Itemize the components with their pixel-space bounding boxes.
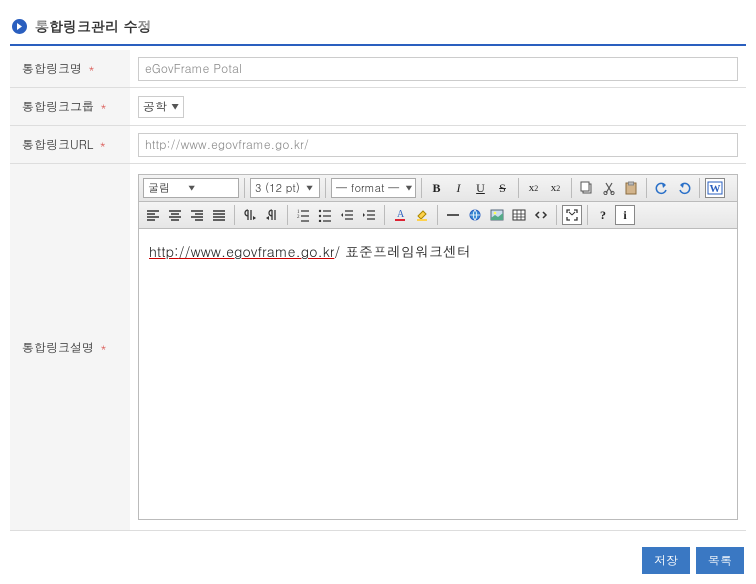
separator [325,178,326,198]
align-left-button[interactable] [143,205,163,225]
redo-button[interactable] [674,178,694,198]
form-table: 통합링크명 * 통합링크그룹 * 공학 ▼ 통합링크URL * 통합링크설명 [10,50,746,531]
align-right-button[interactable] [187,205,207,225]
table-button[interactable] [509,205,529,225]
label-group: 통합링크그룹 * [10,88,130,126]
underline-button[interactable]: U [471,178,491,198]
separator [587,205,588,225]
align-center-button[interactable] [165,205,185,225]
editor-text-link: //www.egovframe.go.kr [179,241,335,261]
copy-button[interactable] [577,178,597,198]
chevron-right-icon [12,19,27,34]
separator [437,205,438,225]
label-desc-text: 통합링크설명 [22,339,94,356]
indent-button[interactable] [359,205,379,225]
subscript-button[interactable]: x2 [524,178,544,198]
required-mark: * [99,136,106,153]
url-input[interactable] [138,133,738,157]
source-button[interactable] [531,205,551,225]
link-button[interactable] [465,205,485,225]
title-bar: 통합링크관리 수정 [10,10,746,46]
editor-text-pre: http: [149,241,179,261]
font-size-select[interactable]: 3 (12 pt) ▼ [250,178,320,198]
group-select[interactable]: 공학 ▼ [138,96,184,118]
svg-text:W: W [709,183,720,195]
undo-button[interactable] [652,178,672,198]
strike-button[interactable]: S [493,178,513,198]
separator [556,205,557,225]
superscript-button[interactable]: x2 [546,178,566,198]
label-group-text: 통합링크그룹 [22,98,94,115]
font-color-button[interactable]: A [390,205,410,225]
font-family-select[interactable]: 굴림 ▼ [143,178,239,198]
editor-content[interactable]: http://www.egovframe.go.kr/ 표준프레임워크센터 [139,229,737,519]
paste-word-button[interactable]: W [705,178,725,198]
label-url: 통합링크URL * [10,126,130,164]
separator [287,205,288,225]
align-justify-button[interactable] [209,205,229,225]
separator [234,205,235,225]
italic-button[interactable]: I [449,178,469,198]
sup-n: 2 [556,184,560,193]
chevron-down-icon: ▼ [188,183,195,194]
separator [244,178,245,198]
required-mark: * [100,98,107,115]
required-mark: * [88,60,95,77]
chevron-down-icon: ▼ [405,183,412,194]
font-family-value: 굴림 [148,181,170,196]
image-button[interactable] [487,205,507,225]
format-value: — format — [336,181,399,196]
font-size-value: 3 (12 pt) [255,181,300,196]
unordered-list-button[interactable] [315,205,335,225]
required-mark: * [100,339,107,356]
outdent-button[interactable] [337,205,357,225]
ordered-list-button[interactable]: 12 [293,205,313,225]
help-button[interactable]: ? [593,205,613,225]
hr-button[interactable] [443,205,463,225]
separator [421,178,422,198]
button-row: 저장 목록 [10,547,746,574]
chevron-down-icon: ▼ [306,183,313,194]
svg-text:2: 2 [297,215,300,220]
svg-text:A: A [397,209,405,220]
save-button[interactable]: 저장 [642,547,690,574]
fullscreen-button[interactable] [562,205,582,225]
name-input[interactable] [138,57,738,81]
format-select[interactable]: — format — ▼ [331,178,416,198]
chevron-down-icon: ▼ [171,100,179,113]
label-desc: 통합링크설명 * [10,164,130,531]
editor-toolbar-row2: 12 A ? i [139,202,737,229]
separator [571,178,572,198]
editor-toolbar-row1: 굴림 ▼ 3 (12 pt) ▼ — format — ▼ B [139,175,737,202]
separator [646,178,647,198]
bg-color-button[interactable] [412,205,432,225]
paste-button[interactable] [621,178,641,198]
group-select-value: 공학 [143,98,167,115]
label-name-text: 통합링크명 [22,60,82,77]
separator [699,178,700,198]
rtl-button[interactable] [262,205,282,225]
label-url-text: 통합링크URL [22,136,93,153]
page-title: 통합링크관리 수정 [35,16,152,36]
ltr-button[interactable] [240,205,260,225]
about-button[interactable]: i [615,205,635,225]
label-name: 통합링크명 * [10,50,130,88]
sub-n: 2 [534,184,538,193]
bold-button[interactable]: B [427,178,447,198]
cut-button[interactable] [599,178,619,198]
separator [518,178,519,198]
editor-text-post: / 표준프레임워크센터 [334,241,471,261]
rich-text-editor: 굴림 ▼ 3 (12 pt) ▼ — format — ▼ B [138,174,738,520]
list-button[interactable]: 목록 [696,547,744,574]
separator [384,205,385,225]
